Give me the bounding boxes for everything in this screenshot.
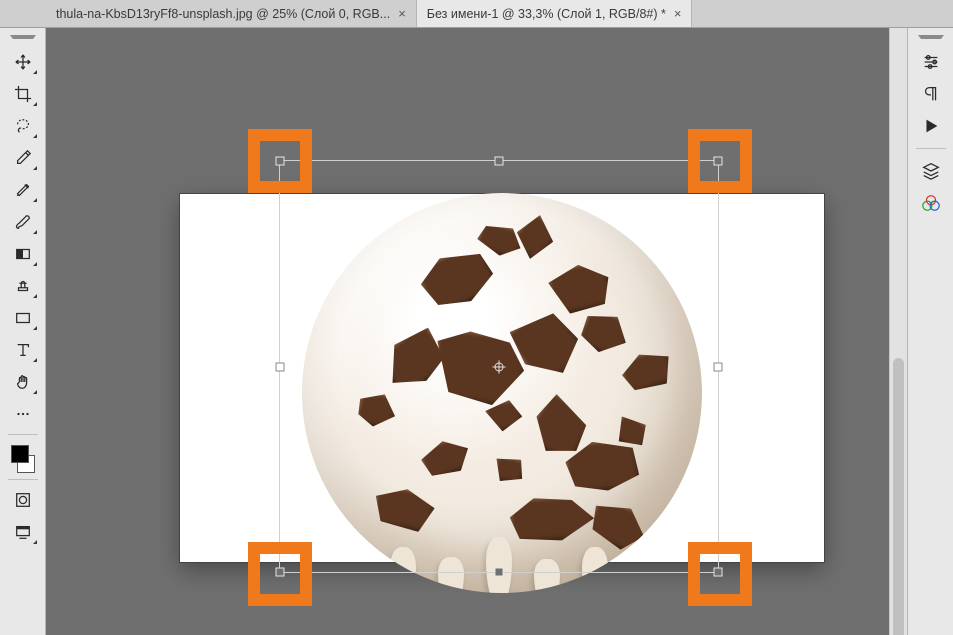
transform-handle-bl[interactable] xyxy=(276,568,285,577)
transform-handle-ml[interactable] xyxy=(276,362,285,371)
transform-handle-tl[interactable] xyxy=(276,157,285,166)
hand-tool[interactable] xyxy=(7,368,39,396)
clone-stamp-tool[interactable] xyxy=(7,272,39,300)
healing-brush-tool[interactable] xyxy=(7,176,39,204)
panel-collapse-grip[interactable] xyxy=(0,32,45,42)
crop-tool[interactable] xyxy=(7,80,39,108)
tools-panel xyxy=(0,28,46,635)
adjustments-panel-icon[interactable] xyxy=(914,48,948,76)
channels-panel-icon[interactable] xyxy=(914,189,948,217)
transform-handle-br[interactable] xyxy=(714,568,723,577)
edit-toolbar[interactable] xyxy=(7,400,39,428)
close-icon[interactable]: × xyxy=(674,7,682,20)
transform-handle-mr[interactable] xyxy=(714,362,723,371)
close-icon[interactable]: × xyxy=(398,7,406,20)
workspace xyxy=(0,28,953,635)
separator xyxy=(8,479,38,480)
paragraph-panel-icon[interactable] xyxy=(914,80,948,108)
type-tool[interactable] xyxy=(7,336,39,364)
separator xyxy=(8,434,38,435)
quick-mask-toggle[interactable] xyxy=(7,486,39,514)
panel-collapse-grip[interactable] xyxy=(908,32,953,42)
actions-play-icon[interactable] xyxy=(914,112,948,140)
document-tab[interactable]: Без имени-1 @ 33,3% (Слой 1, RGB/8#) * × xyxy=(417,0,693,27)
move-tool[interactable] xyxy=(7,48,39,76)
screen-mode-toggle[interactable] xyxy=(7,518,39,546)
placed-image xyxy=(302,193,702,593)
layers-panel-icon[interactable] xyxy=(914,157,948,185)
separator xyxy=(916,148,946,149)
eyedropper-tool[interactable] xyxy=(7,144,39,172)
foreground-color-swatch[interactable] xyxy=(11,445,29,463)
rectangle-shape-tool[interactable] xyxy=(7,304,39,332)
right-panel-dock xyxy=(907,28,953,635)
vertical-scrollbar[interactable] xyxy=(889,28,907,635)
gradient-tool[interactable] xyxy=(7,240,39,268)
brush-tool[interactable] xyxy=(7,208,39,236)
document-tab-label: thula-na-KbsD13ryFf8-unsplash.jpg @ 25% … xyxy=(56,7,390,21)
transform-handle-tc[interactable] xyxy=(495,157,504,166)
transform-handle-bc[interactable] xyxy=(495,568,504,577)
document-tab-label: Без имени-1 @ 33,3% (Слой 1, RGB/8#) * xyxy=(427,7,666,21)
foreground-background-color[interactable] xyxy=(7,443,39,475)
lasso-tool[interactable] xyxy=(7,112,39,140)
scrollbar-thumb[interactable] xyxy=(893,358,904,635)
document-tab[interactable]: thula-na-KbsD13ryFf8-unsplash.jpg @ 25% … xyxy=(46,0,417,27)
document-canvas[interactable] xyxy=(180,194,824,562)
canvas-viewport[interactable] xyxy=(46,28,889,635)
document-tab-strip: thula-na-KbsD13ryFf8-unsplash.jpg @ 25% … xyxy=(0,0,953,28)
transform-handle-tr[interactable] xyxy=(714,157,723,166)
transform-reference-point[interactable] xyxy=(493,360,506,373)
